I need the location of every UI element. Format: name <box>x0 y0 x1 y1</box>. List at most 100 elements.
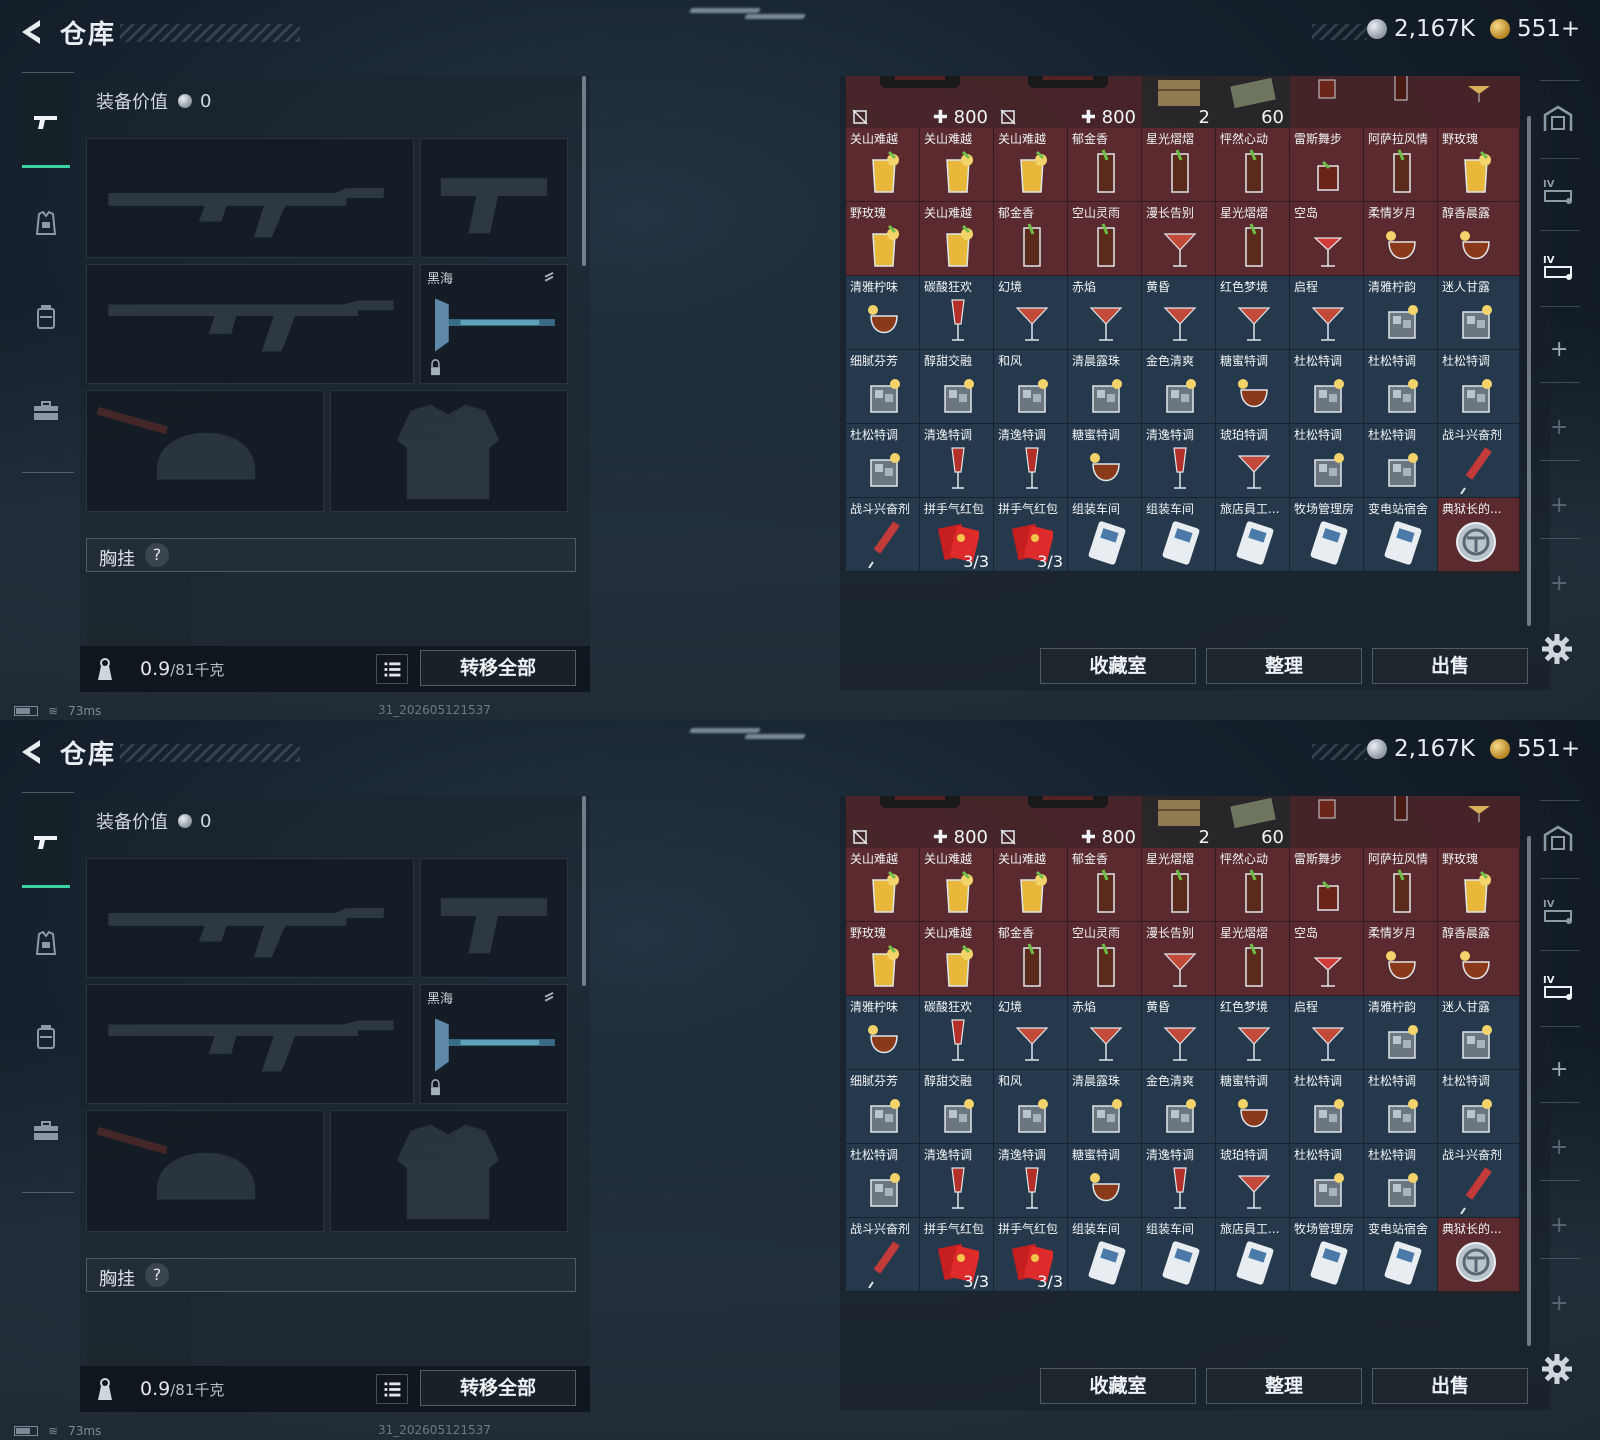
stash-item[interactable]: 牧场管理房 <box>1290 1218 1364 1292</box>
stash-item[interactable]: 阿萨拉风情 <box>1364 128 1438 202</box>
add-tab-icon[interactable]: + <box>1550 1137 1568 1159</box>
stash-item[interactable]: 杜松特调 <box>1364 424 1438 498</box>
secondary-weapon-slot[interactable] <box>86 984 414 1104</box>
stash-item[interactable]: 郁金香 <box>1068 128 1142 202</box>
stash-item[interactable]: 金色清爽 <box>1142 350 1216 424</box>
stash-item[interactable]: 星光熠熠 <box>1216 202 1290 276</box>
stash-item-large[interactable]: ✚ 800 <box>994 796 1142 848</box>
stash-item[interactable]: 关山难越 <box>920 848 994 922</box>
stash-item[interactable]: 细腻芬芳 <box>846 1070 920 1144</box>
gold-balance[interactable]: 551+ <box>1490 16 1580 42</box>
rail-stash-tab-4[interactable]: IV <box>1538 892 1578 932</box>
stash-item[interactable]: 战斗兴奋剂 <box>846 1218 920 1292</box>
stash-item[interactable]: 野玫瑰 <box>846 202 920 276</box>
chest-rig-slot[interactable] <box>86 1296 190 1368</box>
sort-button[interactable]: 整理 <box>1206 1368 1362 1404</box>
stash-item[interactable] <box>1364 796 1438 848</box>
stash-item[interactable] <box>1438 76 1520 128</box>
stash-item[interactable]: 清逸特调 <box>1142 424 1216 498</box>
sort-button[interactable]: 整理 <box>1206 648 1362 684</box>
stash-item[interactable]: 60 <box>1216 76 1290 128</box>
helmet-slot[interactable] <box>86 390 324 512</box>
stash-item[interactable]: 柔情岁月 <box>1364 202 1438 276</box>
help-icon[interactable]: ? <box>145 1263 169 1287</box>
loadout-scrollbar[interactable] <box>582 796 586 986</box>
stash-item[interactable]: 杜松特调 <box>1364 1144 1438 1218</box>
stash-item[interactable]: 清晨露珠 <box>1068 350 1142 424</box>
stash-item[interactable]: 怦然心动 <box>1216 128 1290 202</box>
stash-item[interactable]: 糖蜜特调 <box>1216 1070 1290 1144</box>
primary-weapon-slot[interactable] <box>86 858 414 978</box>
stash-item[interactable]: 拼手气红包 3/3 <box>994 1218 1068 1292</box>
stash-item[interactable]: 2 <box>1142 76 1216 128</box>
stash-item[interactable]: 郁金香 <box>994 202 1068 276</box>
stash-item[interactable]: 空山灵雨 <box>1068 922 1142 996</box>
nav-toolbox[interactable] <box>22 1086 70 1176</box>
stash-item[interactable]: 组装车间 <box>1142 498 1216 572</box>
add-tab-icon[interactable]: + <box>1550 1059 1568 1081</box>
stash-item[interactable]: 杜松特调 <box>846 1144 920 1218</box>
stash-item[interactable]: 启程 <box>1290 276 1364 350</box>
loadout-scrollbar[interactable] <box>582 76 586 266</box>
stash-item[interactable]: 清晨露珠 <box>1068 1070 1142 1144</box>
gold-balance[interactable]: 551+ <box>1490 736 1580 762</box>
stash-item[interactable]: 拼手气红包 3/3 <box>920 1218 994 1292</box>
add-tab-icon[interactable]: + <box>1550 1215 1568 1237</box>
stash-item[interactable]: 阿萨拉风情 <box>1364 848 1438 922</box>
stash-item[interactable]: 漫长告别 <box>1142 922 1216 996</box>
nav-weapons[interactable] <box>22 78 70 168</box>
stash-item-large[interactable]: ✚ 800 <box>846 76 994 128</box>
stash-item[interactable]: 金色清爽 <box>1142 1070 1216 1144</box>
stash-item[interactable]: 杜松特调 <box>1290 350 1364 424</box>
stash-item[interactable]: 关山难越 <box>994 848 1068 922</box>
stash-item[interactable]: 和风 <box>994 1070 1068 1144</box>
stash-item[interactable]: 郁金香 <box>1068 848 1142 922</box>
stash-item[interactable]: 清雅柠韵 <box>1364 276 1438 350</box>
settings-gear-icon[interactable] <box>1540 1352 1574 1386</box>
stash-item[interactable]: 赤焰 <box>1068 996 1142 1070</box>
stash-item[interactable] <box>1438 796 1520 848</box>
stash-item[interactable]: 拼手气红包 3/3 <box>920 498 994 572</box>
stash-item[interactable] <box>1290 76 1364 128</box>
stash-item[interactable]: 杜松特调 <box>846 424 920 498</box>
settings-gear-icon[interactable] <box>1540 632 1574 666</box>
stash-item[interactable]: 红色梦境 <box>1216 276 1290 350</box>
stash-item[interactable]: 清逸特调 <box>920 1144 994 1218</box>
stash-item[interactable]: 清雅柠味 <box>846 996 920 1070</box>
stash-item[interactable]: 醇甜交融 <box>920 1070 994 1144</box>
stash-item[interactable] <box>1290 796 1364 848</box>
stash-item[interactable]: 典狱长的... <box>1438 1218 1520 1292</box>
stash-item[interactable]: 柔情岁月 <box>1364 922 1438 996</box>
stash-item[interactable]: 红色梦境 <box>1216 996 1290 1070</box>
list-view-button[interactable] <box>376 1374 408 1404</box>
stash-item[interactable]: 杜松特调 <box>1290 1144 1364 1218</box>
stash-item[interactable]: 碳酸狂欢 <box>920 276 994 350</box>
stash-item[interactable]: 杜松特调 <box>1438 350 1520 424</box>
stash-item[interactable]: 关山难越 <box>920 202 994 276</box>
stash-item[interactable]: 醇香晨露 <box>1438 922 1520 996</box>
add-tab-icon[interactable]: + <box>1550 495 1568 517</box>
chest-rig-bar[interactable]: 胸挂 ? <box>86 538 576 572</box>
secondary-weapon-slot[interactable] <box>86 264 414 384</box>
stash-scrollbar[interactable] <box>1527 116 1531 626</box>
stash-item-large[interactable]: ✚ 800 <box>994 76 1142 128</box>
stash-item[interactable]: 糖蜜特调 <box>1068 424 1142 498</box>
stash-item[interactable]: 糖蜜特调 <box>1216 350 1290 424</box>
melee-slot[interactable]: 黑海 <box>420 984 568 1104</box>
stash-item[interactable]: 旅店員工... <box>1216 498 1290 572</box>
collection-button[interactable]: 收藏室 <box>1040 1368 1196 1404</box>
sell-button[interactable]: 出售 <box>1372 648 1528 684</box>
stash-item[interactable]: 琥珀特调 <box>1216 424 1290 498</box>
stash-item[interactable]: 组装车间 <box>1068 1218 1142 1292</box>
stash-item[interactable]: 野玫瑰 <box>846 922 920 996</box>
add-tab-icon[interactable]: + <box>1550 1293 1568 1315</box>
rail-safebox[interactable] <box>1538 100 1578 140</box>
stash-item[interactable]: 变电站宿舍 <box>1364 498 1438 572</box>
stash-item[interactable]: 杜松特调 <box>1290 1070 1364 1144</box>
rail-stash-tab-4[interactable]: IV <box>1538 172 1578 212</box>
stash-item[interactable]: 关山难越 <box>846 848 920 922</box>
stash-item[interactable]: 漫长告别 <box>1142 202 1216 276</box>
nav-backpack[interactable] <box>22 272 70 362</box>
body-armor-slot[interactable] <box>330 1110 568 1232</box>
add-tab-icon[interactable]: + <box>1550 339 1568 361</box>
